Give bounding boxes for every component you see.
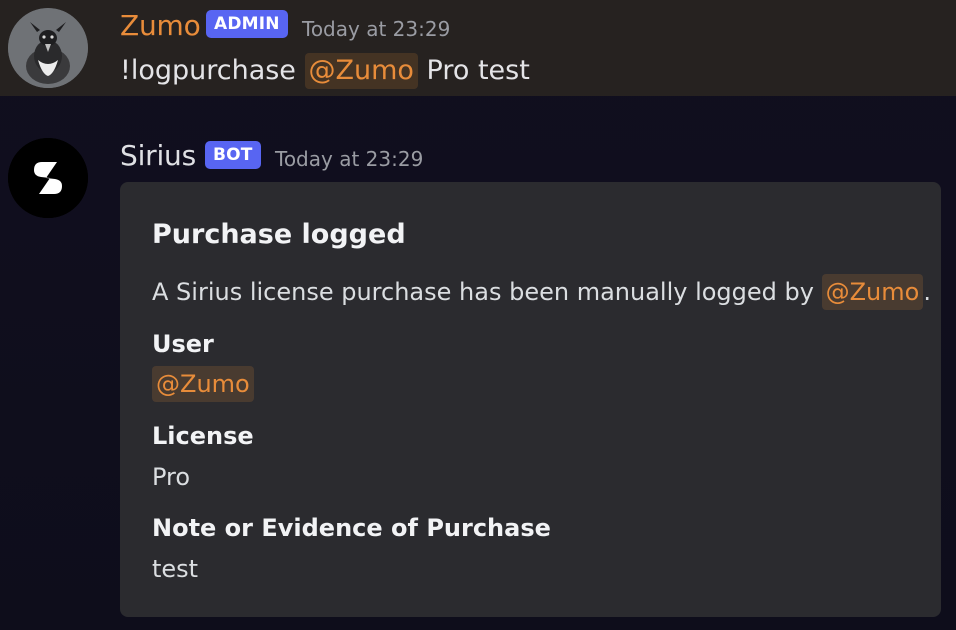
user-mention[interactable]: @Zumo xyxy=(821,274,924,310)
field-name-note: Note or Evidence of Purchase xyxy=(152,514,551,542)
command-args: Pro test xyxy=(426,55,530,86)
chat-view: Zumo ADMIN Today at 23:29 !logpurchase @… xyxy=(0,0,956,630)
embed-description-end: . xyxy=(923,278,931,306)
sirius-logo-icon[interactable] xyxy=(8,138,88,218)
field-value-license: Pro xyxy=(152,463,191,491)
admin-badge: ADMIN xyxy=(206,10,288,38)
embed-description-text: A Sirius license purchase has been manua… xyxy=(152,278,814,306)
command-text: !logpurchase xyxy=(120,55,296,86)
author-name[interactable]: Zumo xyxy=(120,9,201,43)
bird-avatar-icon[interactable] xyxy=(8,8,88,88)
field-name-license: License xyxy=(152,422,254,450)
author-name[interactable]: Sirius xyxy=(120,139,196,173)
user-mention[interactable]: @Zumo xyxy=(304,53,418,89)
embed-card: Purchase logged A Sirius license purchas… xyxy=(120,182,941,617)
field-name-user: User xyxy=(152,330,214,358)
field-value-user: @Zumo xyxy=(152,366,254,402)
embed-description: A Sirius license purchase has been manua… xyxy=(152,274,931,310)
field-value-note: test xyxy=(152,555,199,583)
message-timestamp: Today at 23:29 xyxy=(275,147,424,171)
message-zumo[interactable]: Zumo ADMIN Today at 23:29 !logpurchase @… xyxy=(0,0,956,96)
message-content: !logpurchase @Zumo Pro test xyxy=(120,53,530,89)
bot-badge: BOT xyxy=(205,141,261,169)
message-timestamp: Today at 23:29 xyxy=(302,17,451,41)
embed-title: Purchase logged xyxy=(152,219,406,250)
user-mention[interactable]: @Zumo xyxy=(152,366,254,402)
